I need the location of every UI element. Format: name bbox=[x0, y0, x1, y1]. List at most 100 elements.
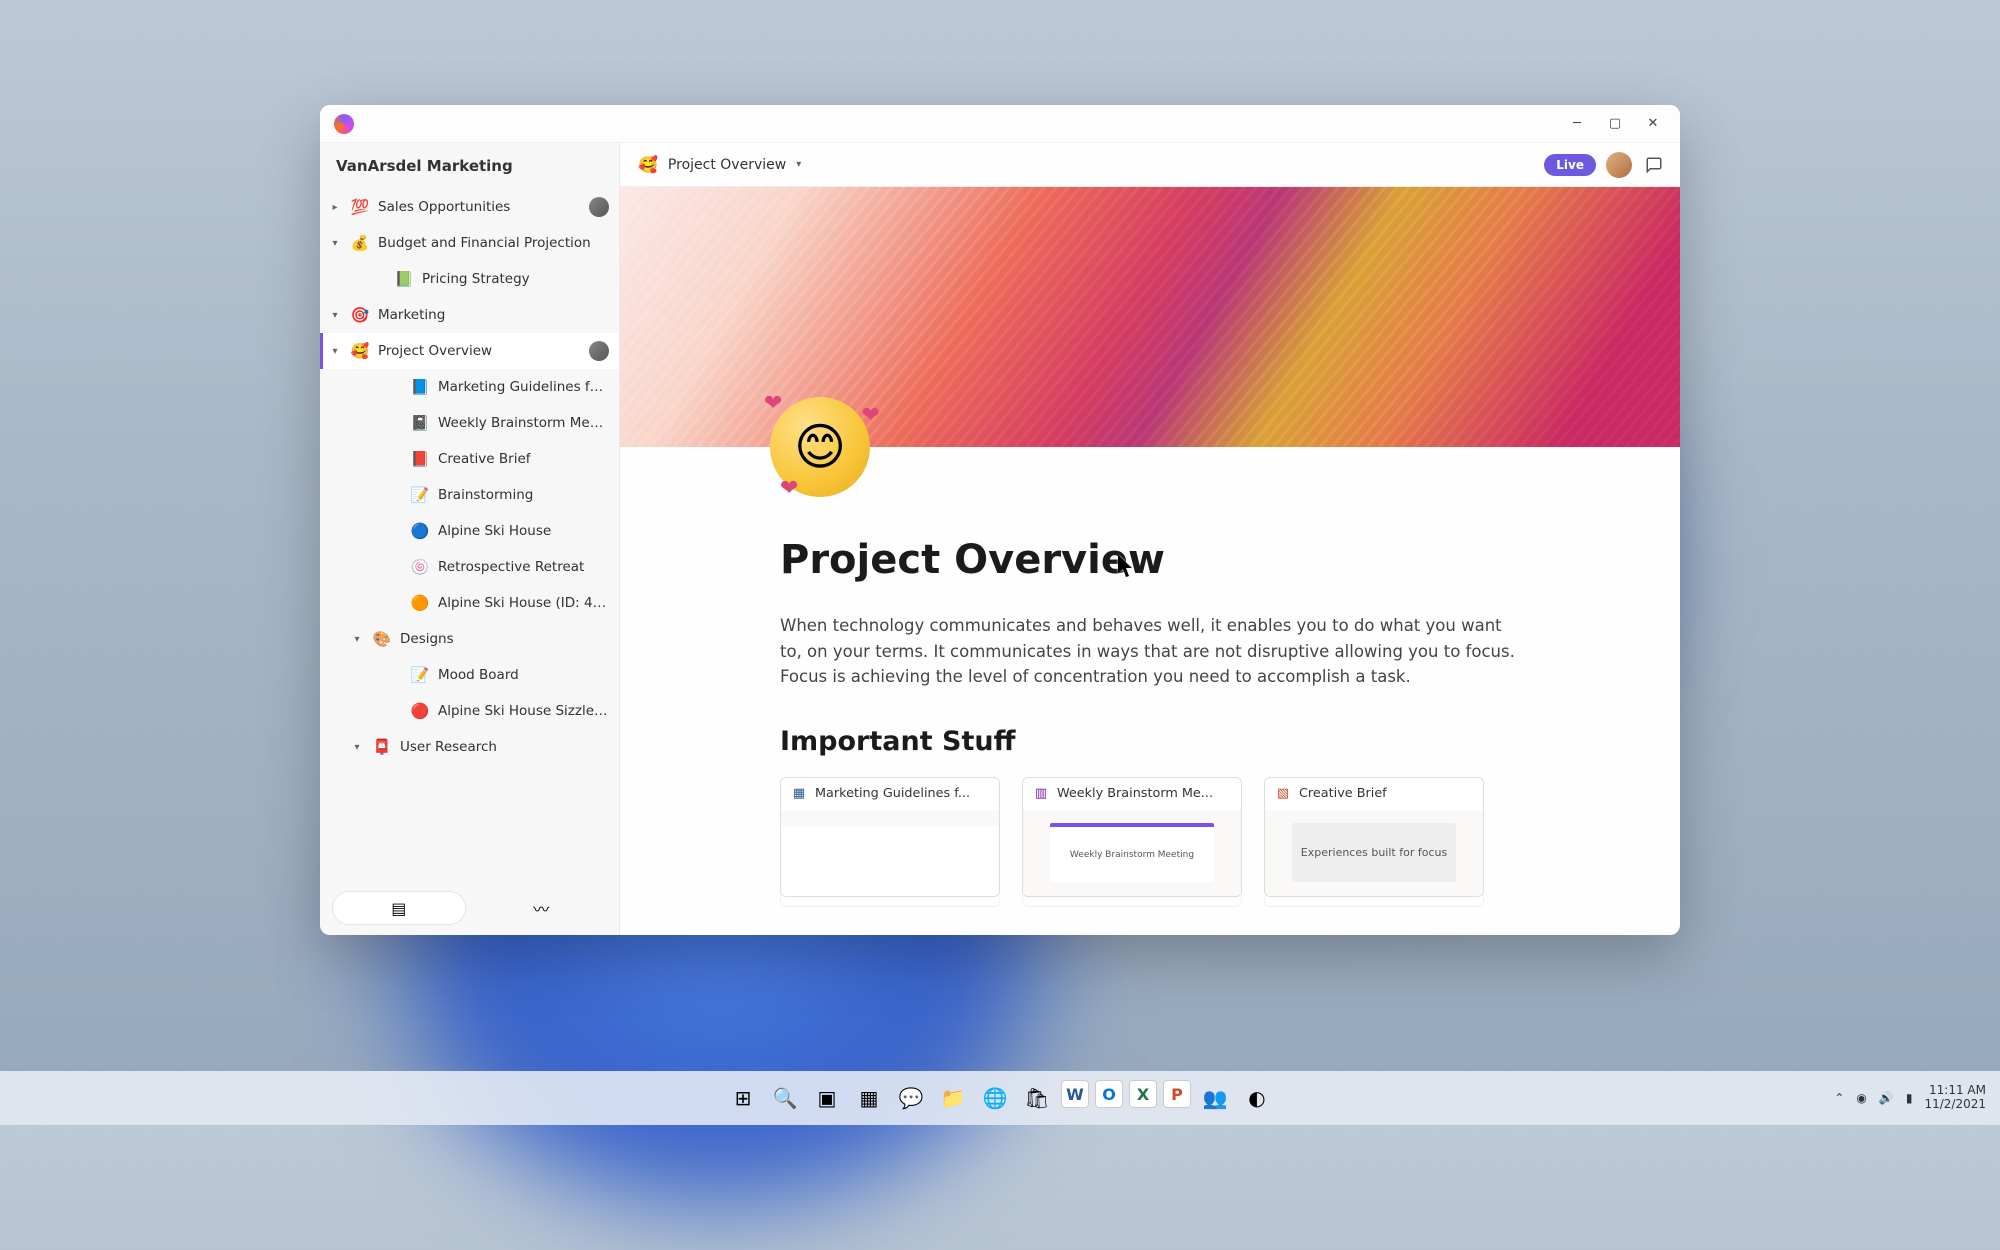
sidebar-item-research[interactable]: ▾ 📮 User Research bbox=[320, 729, 619, 765]
item-label: Budget and Financial Projection bbox=[378, 235, 609, 251]
taskbar-word-icon[interactable]: W bbox=[1061, 1080, 1089, 1108]
sidebar-item-mood[interactable]: 📝Mood Board bbox=[320, 657, 619, 693]
taskbar-edge-icon[interactable]: 🌐 bbox=[977, 1080, 1013, 1116]
pages-tab[interactable]: ▤ bbox=[332, 891, 466, 925]
embed-card[interactable]: ▦Marketing Guidelines f...We are bbox=[780, 777, 1000, 897]
breadcrumb-icon: 🥰 bbox=[638, 155, 658, 174]
taskbar-chat-icon[interactable]: 💬 bbox=[893, 1080, 929, 1116]
embed-card[interactable]: ▥Weekly Brainstorm Me...Weekly Brainstor… bbox=[1022, 777, 1242, 897]
activity-icon: 〰 bbox=[533, 896, 549, 920]
document-canvas[interactable]: ❤ ❤ ❤ Project Overview When technology c… bbox=[620, 187, 1680, 935]
chevron-icon[interactable]: ▾ bbox=[328, 346, 342, 357]
presence-avatar[interactable] bbox=[1606, 152, 1632, 178]
maximize-button[interactable]: ▢ bbox=[1596, 109, 1634, 139]
item-icon: 🔴 bbox=[410, 701, 430, 721]
chevron-icon[interactable]: ▸ bbox=[328, 202, 342, 213]
sidebar-item-marketing[interactable]: ▾🎯Marketing bbox=[320, 297, 619, 333]
presence-avatar-icon bbox=[589, 197, 609, 217]
chevron-icon[interactable]: ▾ bbox=[350, 742, 364, 753]
taskbar-teams-icon[interactable]: 👥 bbox=[1197, 1080, 1233, 1116]
item-label: User Research bbox=[400, 739, 609, 755]
battery-icon[interactable]: ▮ bbox=[1906, 1091, 1913, 1105]
volume-icon[interactable]: 🔊 bbox=[1879, 1091, 1894, 1105]
taskbar-start-icon[interactable]: ⊞ bbox=[725, 1080, 761, 1116]
taskbar-powerpoint-icon[interactable]: P bbox=[1163, 1080, 1191, 1108]
clock[interactable]: 11:11 AM 11/2/2021 bbox=[1924, 1084, 1986, 1112]
chevron-icon[interactable]: ▾ bbox=[328, 238, 342, 249]
item-label: Brainstorming bbox=[438, 487, 609, 503]
item-label: Weekly Brainstorm Meeting bbox=[438, 415, 609, 431]
item-label: Mood Board bbox=[438, 667, 609, 683]
sidebar-item-sizzle[interactable]: 🔴 Alpine Ski House Sizzle Re... bbox=[320, 693, 619, 729]
embed-card[interactable]: ▧Creative BriefExperiences built for foc… bbox=[1264, 777, 1484, 897]
item-label: Creative Brief bbox=[438, 451, 609, 467]
item-icon: 📮 bbox=[372, 737, 392, 757]
breadcrumb-chevron-icon[interactable]: ▾ bbox=[796, 159, 801, 170]
taskbar-taskview-icon[interactable]: ▣ bbox=[809, 1080, 845, 1116]
item-label: Alpine Ski House (ID: 487... bbox=[438, 595, 609, 611]
item-icon: 🔵 bbox=[410, 521, 430, 541]
card-title: Weekly Brainstorm Me... bbox=[1057, 786, 1213, 801]
breadcrumb-title[interactable]: Project Overview bbox=[668, 157, 786, 173]
taskbar-loop-icon[interactable]: ◐ bbox=[1239, 1080, 1275, 1116]
sidebar-item-budget[interactable]: ▾💰Budget and Financial Projection bbox=[320, 225, 619, 261]
taskbar-store-icon[interactable]: 🛍 bbox=[1019, 1080, 1055, 1116]
main-header: 🥰 Project Overview ▾ Live bbox=[620, 143, 1680, 187]
page-title[interactable]: Project Overview bbox=[780, 537, 1520, 583]
intro-paragraph[interactable]: When technology communicates and behaves… bbox=[780, 613, 1520, 690]
sidebar-item-sales[interactable]: ▸💯Sales Opportunities bbox=[320, 189, 619, 225]
sidebar-item-pricing[interactable]: 📗Pricing Strategy bbox=[320, 261, 619, 297]
taskbar-search-icon[interactable]: 🔍 bbox=[767, 1080, 803, 1116]
item-icon: 💯 bbox=[350, 197, 370, 217]
section-heading[interactable]: Important Stuff bbox=[780, 726, 1520, 757]
sidebar-item-overview[interactable]: ▾ 🥰 Project Overview bbox=[320, 333, 619, 369]
item-label: Designs bbox=[400, 631, 609, 647]
chevron-icon[interactable]: ▾ bbox=[328, 310, 342, 321]
tray-chevron-icon[interactable]: ⌃ bbox=[1834, 1091, 1844, 1105]
close-button[interactable]: ✕ bbox=[1634, 109, 1672, 139]
minimize-button[interactable]: ─ bbox=[1558, 109, 1596, 139]
mouse-cursor-icon bbox=[1118, 555, 1136, 579]
page-emoji-icon[interactable]: ❤ ❤ ❤ bbox=[770, 397, 870, 497]
taskbar-outlook-icon[interactable]: O bbox=[1095, 1080, 1123, 1108]
taskbar-files-icon[interactable]: 📁 bbox=[935, 1080, 971, 1116]
app-window: ─ ▢ ✕ VanArsdel Marketing ▸💯Sales Opport… bbox=[320, 105, 1680, 935]
taskbar: ⊞🔍▣▦💬📁🌐🛍WOXP👥◐ ⌃ ◉ 🔊 ▮ 11:11 AM 11/2/202… bbox=[0, 1071, 2000, 1125]
titlebar: ─ ▢ ✕ bbox=[320, 105, 1680, 143]
card-thumbnail: Weekly Brainstorm Meeting bbox=[1050, 823, 1215, 882]
chevron-icon[interactable]: ▾ bbox=[350, 634, 364, 645]
item-icon: 📘 bbox=[410, 377, 430, 397]
sidebar-item-weekly[interactable]: 📓Weekly Brainstorm Meeting bbox=[320, 405, 619, 441]
system-tray: ⌃ ◉ 🔊 ▮ 11:11 AM 11/2/2021 bbox=[1834, 1084, 1986, 1112]
card-title: Marketing Guidelines f... bbox=[815, 786, 970, 801]
sidebar: VanArsdel Marketing ▸💯Sales Opportunitie… bbox=[320, 143, 620, 935]
sidebar-item-alpine2[interactable]: 🟠Alpine Ski House (ID: 487... bbox=[320, 585, 619, 621]
app-logo-icon bbox=[334, 114, 354, 134]
word-icon: ▦ bbox=[791, 786, 807, 802]
taskbar-widgets-icon[interactable]: ▦ bbox=[851, 1080, 887, 1116]
sidebar-item-guidelines[interactable]: 📘Marketing Guidelines for V... bbox=[320, 369, 619, 405]
hero-cover-image[interactable]: ❤ ❤ ❤ bbox=[620, 187, 1680, 447]
live-badge[interactable]: Live bbox=[1544, 154, 1596, 176]
item-icon: 🥰 bbox=[350, 341, 370, 361]
card-peek bbox=[1022, 897, 1242, 907]
activity-tab[interactable]: 〰 bbox=[476, 891, 608, 925]
comments-button[interactable] bbox=[1642, 153, 1666, 177]
main-area: 🥰 Project Overview ▾ Live ❤ ❤ ❤ bbox=[620, 143, 1680, 935]
wifi-icon[interactable]: ◉ bbox=[1856, 1091, 1866, 1105]
item-icon: 📕 bbox=[410, 449, 430, 469]
item-label: Alpine Ski House Sizzle Re... bbox=[438, 703, 609, 719]
taskbar-excel-icon[interactable]: X bbox=[1129, 1080, 1157, 1108]
item-label: Retrospective Retreat bbox=[438, 559, 609, 575]
sidebar-item-alpine[interactable]: 🔵Alpine Ski House bbox=[320, 513, 619, 549]
sidebar-item-creative[interactable]: 📕 Creative Brief bbox=[320, 441, 619, 477]
item-icon: 🎨 bbox=[372, 629, 392, 649]
item-label: Project Overview bbox=[378, 343, 581, 359]
sidebar-item-brainstorm[interactable]: 📝Brainstorming bbox=[320, 477, 619, 513]
item-label: Pricing Strategy bbox=[422, 271, 609, 287]
cards-row: ▦Marketing Guidelines f...We are▥Weekly … bbox=[780, 777, 1520, 897]
page-icon: ▤ bbox=[391, 899, 406, 918]
sidebar-item-retro[interactable]: 🍥Retrospective Retreat bbox=[320, 549, 619, 585]
sidebar-bottom-tabs: ▤ 〰 bbox=[320, 881, 619, 935]
sidebar-item-designs[interactable]: ▾ 🎨 Designs bbox=[320, 621, 619, 657]
